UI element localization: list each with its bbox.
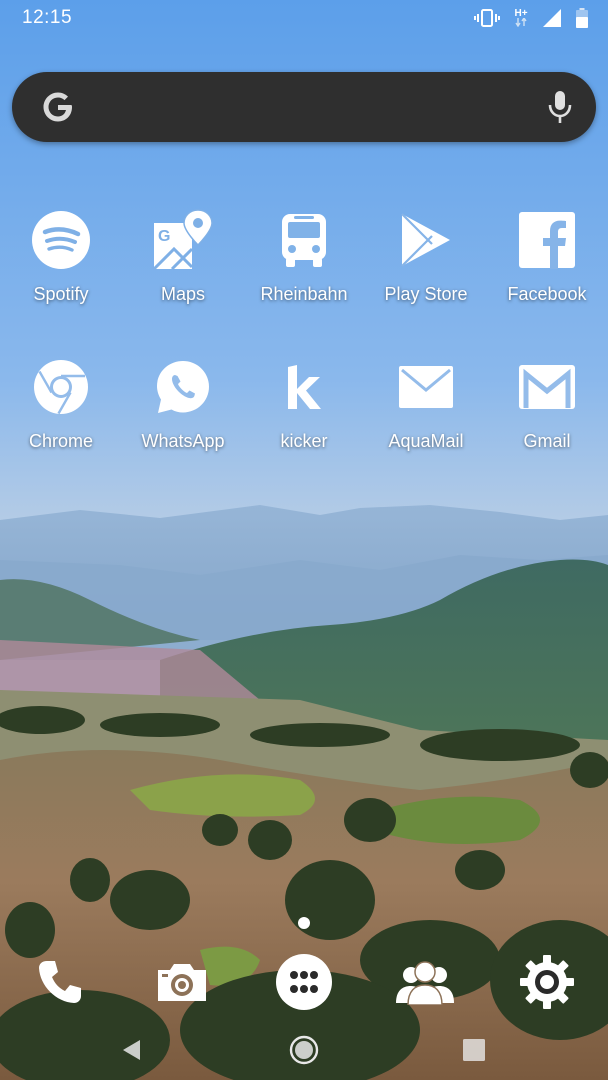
- chrome-icon: [29, 355, 93, 419]
- app-facebook[interactable]: Facebook: [486, 208, 608, 318]
- camera-icon[interactable]: [150, 950, 214, 1014]
- svg-text:G: G: [158, 228, 170, 245]
- app-rheinbahn[interactable]: Rheinbahn: [243, 208, 365, 318]
- app-label: AquaMail: [388, 431, 464, 451]
- battery-icon: [576, 8, 588, 28]
- app-label: kicker: [280, 431, 328, 451]
- app-label: Facebook: [507, 284, 587, 304]
- app-label: WhatsApp: [141, 431, 225, 451]
- play-store-icon: [394, 208, 458, 272]
- settings-icon[interactable]: [515, 950, 579, 1014]
- kicker-icon: [272, 355, 336, 419]
- app-label: Gmail: [523, 431, 571, 451]
- app-label: Chrome: [28, 431, 94, 451]
- google-g-icon: [40, 89, 76, 130]
- app-kicker[interactable]: kicker: [243, 355, 365, 465]
- app-drawer-icon[interactable]: [272, 950, 336, 1014]
- vibrate-icon: [474, 9, 500, 27]
- status-bar: 12:15 H+: [0, 0, 608, 36]
- facebook-icon: [515, 208, 579, 272]
- app-label: Play Store: [384, 284, 468, 304]
- app-label: Maps: [160, 284, 205, 304]
- maps-icon: G: [151, 208, 215, 272]
- phone-icon[interactable]: [28, 950, 92, 1014]
- mail-icon: [394, 355, 458, 419]
- status-icons: H+: [474, 8, 588, 28]
- status-time: 12:15: [22, 7, 73, 28]
- app-gmail[interactable]: Gmail: [486, 355, 608, 465]
- recents-icon[interactable]: [454, 1030, 494, 1070]
- app-label: Spotify: [33, 284, 89, 304]
- app-label: Rheinbahn: [260, 284, 348, 304]
- app-aquamail[interactable]: AquaMail: [365, 355, 487, 465]
- gmail-icon: [515, 355, 579, 419]
- network-type-icon: H+: [514, 9, 528, 27]
- page-indicator: [298, 917, 310, 929]
- app-maps[interactable]: G Maps: [122, 208, 244, 318]
- google-search-bar[interactable]: [12, 72, 596, 142]
- home-icon[interactable]: [284, 1030, 324, 1070]
- contacts-icon[interactable]: [393, 950, 457, 1014]
- network-type-label: H+: [514, 8, 528, 19]
- whatsapp-icon: [151, 355, 215, 419]
- app-play-store[interactable]: Play Store: [365, 208, 487, 318]
- signal-icon: [542, 8, 562, 28]
- app-spotify[interactable]: Spotify: [0, 208, 122, 318]
- mic-icon[interactable]: [546, 89, 574, 130]
- spotify-icon: [29, 208, 93, 272]
- app-chrome[interactable]: Chrome: [0, 355, 122, 465]
- app-whatsapp[interactable]: WhatsApp: [122, 355, 244, 465]
- bus-icon: [272, 208, 336, 272]
- back-icon[interactable]: [112, 1030, 152, 1070]
